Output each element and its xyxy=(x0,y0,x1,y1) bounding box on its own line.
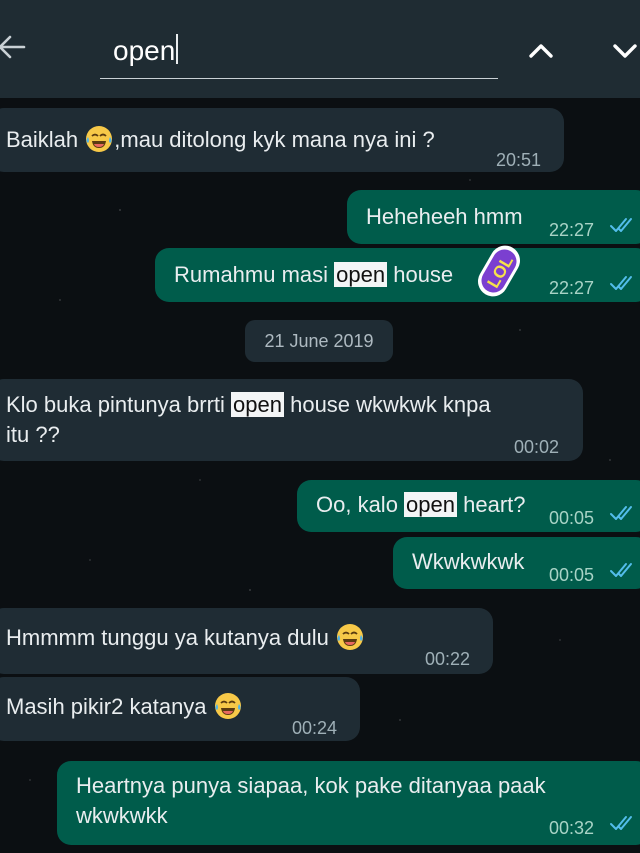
double-check-icon xyxy=(610,218,632,232)
message-time: 00:05 xyxy=(549,508,595,528)
lol-sticker-icon: LOL xyxy=(478,245,520,297)
double-check-icon xyxy=(610,816,632,830)
chevron-up-icon[interactable] xyxy=(522,32,560,70)
message-bubble-incoming[interactable]: Baiklah ,mau ditolong kyk mana nya ini ?… xyxy=(0,108,564,172)
message-time: 22:27 xyxy=(549,220,595,240)
message-text: Oo, kalo open heart? xyxy=(316,492,526,517)
search-highlight: open xyxy=(334,262,388,287)
message-time: 22:27 xyxy=(549,278,595,298)
message-bubble-incoming[interactable]: Klo buka pintunya brrti open house wkwkw… xyxy=(0,379,583,461)
message-text: Heartnya punya siapaa, kok pake ditanyaa… xyxy=(76,773,546,798)
message-text: Masih pikir2 katanya xyxy=(6,691,243,722)
search-query-text: open xyxy=(113,34,179,67)
message-time: 20:51 xyxy=(496,150,542,170)
message-bubble-outgoing[interactable]: Heheheeh hmm 22:27 xyxy=(347,190,640,244)
message-text: Klo buka pintunya brrti open house wkwkw… xyxy=(6,392,491,417)
message-text-line2: wkwkwkk xyxy=(76,803,168,828)
message-bubble-incoming[interactable]: Masih pikir2 katanya 00:24 xyxy=(0,677,360,741)
laughing-tears-emoji-icon xyxy=(214,693,241,719)
double-check-icon xyxy=(610,563,632,577)
message-time: 00:05 xyxy=(549,565,595,585)
message-bubble-incoming[interactable]: Hmmmm tunggu ya kutanya dulu 00:22 xyxy=(0,608,493,674)
message-time: 00:22 xyxy=(425,649,471,669)
double-check-icon xyxy=(610,276,632,290)
laughing-tears-emoji-icon xyxy=(336,624,363,650)
message-text-line2: itu ?? xyxy=(6,422,60,447)
arrow-left-icon[interactable] xyxy=(0,30,28,64)
message-time: 00:02 xyxy=(514,437,560,457)
message-text: Hmmmm tunggu ya kutanya dulu xyxy=(6,622,365,653)
message-time: 00:24 xyxy=(292,718,338,738)
text-cursor xyxy=(176,34,179,64)
double-check-icon xyxy=(610,506,632,520)
search-highlight: open xyxy=(231,392,284,417)
message-bubble-outgoing[interactable]: Wkwkwkwk 00:05 xyxy=(393,537,640,589)
message-bubble-outgoing[interactable]: Oo, kalo open heart? 00:05 xyxy=(297,480,640,532)
message-time: 00:32 xyxy=(549,818,595,838)
search-header: open xyxy=(0,0,640,98)
date-separator: 21 June 2019 xyxy=(245,320,393,362)
search-input[interactable]: open xyxy=(100,28,498,79)
message-bubble-outgoing[interactable]: Rumahmu masi open house? 22:27 xyxy=(155,248,640,302)
message-text: Heheheeh hmm xyxy=(366,204,523,229)
search-highlight: open xyxy=(404,492,457,517)
message-text: Rumahmu masi open house? xyxy=(174,262,509,287)
message-text: Baiklah ,mau ditolong kyk mana nya ini ? xyxy=(6,124,435,155)
chevron-down-icon[interactable] xyxy=(606,32,640,70)
message-bubble-outgoing[interactable]: Heartnya punya siapaa, kok pake ditanyaa… xyxy=(57,761,640,845)
message-text: Wkwkwkwk xyxy=(412,549,525,574)
laughing-tears-emoji-icon xyxy=(86,126,113,152)
